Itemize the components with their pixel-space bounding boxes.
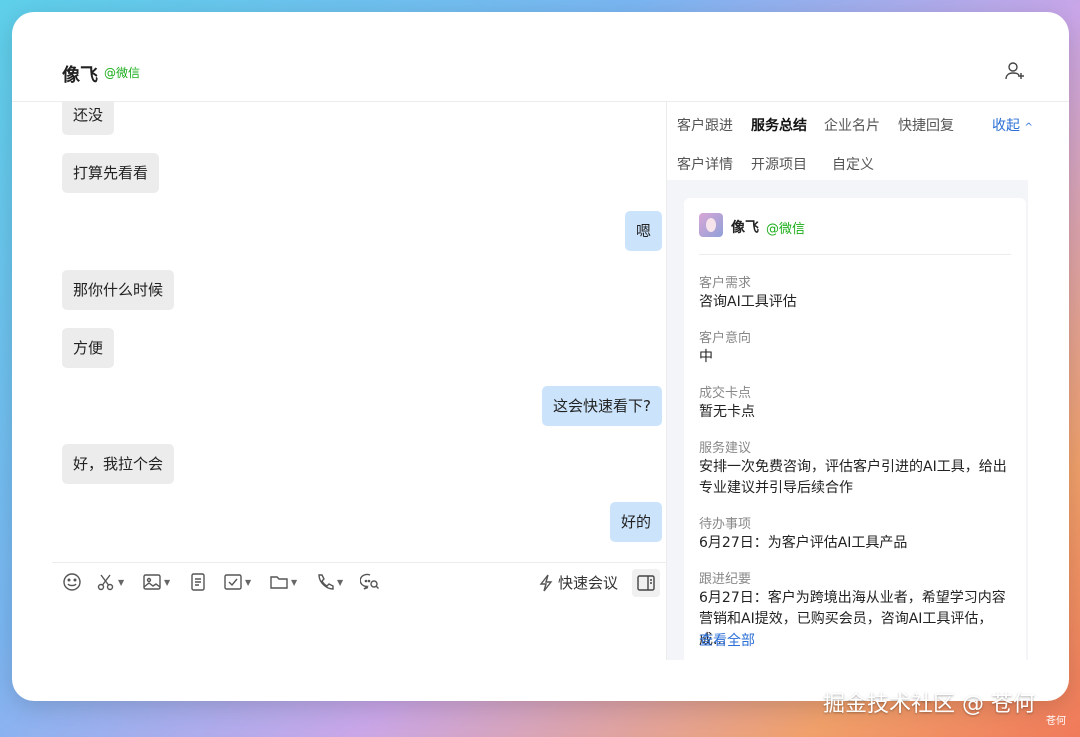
card-header: 像飞 @微信	[699, 213, 1011, 255]
side-panel-tabs: 客户跟进 服务总结 企业名片 快捷回复 收起 ^ 客户详情 开源项目 自定义	[667, 102, 1033, 180]
field-value-service-advice: 安排一次免费咨询，评估客户引进的AI工具，给出专业建议并引导后续合作	[699, 459, 1007, 496]
chevron-down-icon: ▼	[291, 577, 298, 587]
message-bubble-outgoing: 这会快速看下?	[542, 386, 662, 426]
chevron-down-icon: ▼	[164, 577, 171, 587]
view-all-link[interactable]: 查看全部	[699, 630, 755, 650]
tab-customer-details[interactable]: 客户详情	[677, 154, 733, 174]
message-bubble-outgoing: 好的	[609, 502, 662, 542]
chat-window: 像飞 @微信 还没 打算先看看 嗯 那你什么时候 方便 这会快速看下? 好，我拉…	[12, 12, 1069, 701]
field-value-deal-blocker: 暂无卡点	[699, 404, 755, 420]
watermark: 掘金技术社区 @ 苍何	[823, 692, 1035, 717]
side-panel-toggle-icon[interactable]	[632, 569, 660, 597]
chevron-down-icon: ▼	[337, 577, 344, 587]
document-icon[interactable]	[188, 571, 208, 593]
tab-company-card[interactable]: 企业名片	[824, 115, 880, 135]
add-user-icon[interactable]	[1004, 60, 1026, 82]
field-label-customer-intent: 客户意向	[699, 331, 752, 346]
message-bubble-outgoing: 嗯	[624, 211, 662, 251]
scissors-icon[interactable]: ▼	[96, 571, 124, 593]
phone-icon[interactable]: ▼	[315, 571, 343, 593]
watermark-small: 苍何	[1046, 716, 1066, 727]
field-label-todo: 待办事项	[699, 517, 752, 532]
field-label-service-advice: 服务建议	[699, 441, 752, 456]
chat-search-icon[interactable]	[360, 571, 380, 593]
avatar	[699, 213, 723, 237]
image-icon[interactable]: ▼	[142, 571, 170, 593]
folder-icon[interactable]: ▼	[269, 571, 297, 593]
message-toolbar: ▼ ▼ ▼ ▼ ▼ 快速会议	[52, 562, 667, 602]
quick-meeting-button[interactable]: 快速会议	[538, 572, 618, 593]
tab-open-source-projects[interactable]: 开源项目	[751, 154, 807, 174]
field-value-todo: 6月27日：为客户评估AI工具产品	[699, 535, 908, 551]
field-value-customer-intent: 中	[699, 349, 713, 365]
checklist-icon[interactable]: ▼	[223, 571, 251, 593]
field-label-followup-notes: 跟进纪要	[699, 572, 752, 587]
tab-quick-reply[interactable]: 快捷回复	[898, 115, 954, 135]
contact-source: @微信	[104, 66, 141, 80]
lightning-icon	[539, 574, 553, 591]
tab-customer-followup[interactable]: 客户跟进	[677, 115, 733, 135]
message-bubble-incoming: 好，我拉个会	[62, 444, 175, 484]
chat-header: 像飞 @微信	[12, 12, 1069, 102]
field-value-customer-needs: 咨询AI工具评估	[699, 294, 797, 310]
message-bubble-incoming: 还没	[62, 102, 115, 135]
tab-custom[interactable]: 自定义	[832, 154, 874, 174]
chevron-down-icon: ▼	[118, 577, 125, 587]
tab-service-summary[interactable]: 服务总结	[751, 115, 807, 135]
chevron-up-icon: ^	[1024, 122, 1033, 133]
field-label-deal-blocker: 成交卡点	[699, 386, 752, 401]
contact-name: 像飞	[62, 65, 98, 86]
service-summary-card: 像飞 @微信 客户需求 咨询AI工具评估 客户意向 中 成交卡点 暂无卡点 服务…	[684, 198, 1026, 668]
collapse-button[interactable]: 收起 ^	[992, 115, 1033, 135]
message-bubble-incoming: 方便	[62, 328, 115, 368]
emoji-icon[interactable]	[62, 571, 82, 593]
message-bubble-incoming: 那你什么时候	[62, 270, 175, 310]
customer-side-panel: 客户跟进 服务总结 企业名片 快捷回复 收起 ^ 客户详情 开源项目 自定义 像…	[666, 102, 1033, 668]
message-bubble-incoming: 打算先看看	[62, 153, 160, 193]
card-contact-name: 像飞	[731, 220, 759, 236]
card-contact-source: @微信	[766, 222, 806, 237]
quick-meeting-label: 快速会议	[558, 574, 619, 592]
collapse-label: 收起	[992, 118, 1020, 134]
field-label-customer-needs: 客户需求	[699, 276, 752, 291]
chevron-down-icon: ▼	[245, 577, 252, 587]
message-list[interactable]: 还没 打算先看看 嗯 那你什么时候 方便 这会快速看下? 好，我拉个会 好的 ▼…	[12, 102, 667, 701]
